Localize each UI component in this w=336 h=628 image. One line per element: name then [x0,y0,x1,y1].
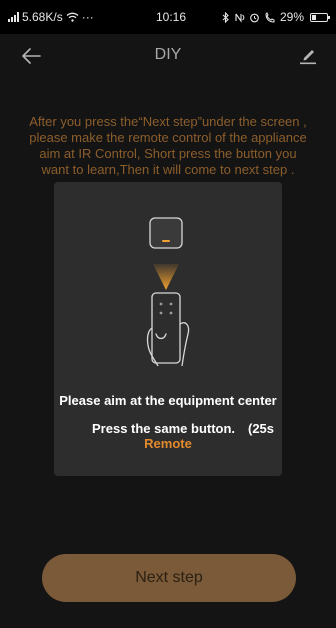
status-time: 10:16 [155,10,186,24]
press-instruction: Press the same button. [92,421,236,436]
edit-button[interactable] [298,45,318,65]
ir-device-icon [149,217,183,249]
learning-card: Please aim at the equipment center Press… [54,182,282,476]
instruction-text: After you press the“Next step”under the … [29,114,307,177]
battery-icon [310,12,330,22]
header: DIY [0,34,336,78]
countdown-timer: (25s [248,421,275,436]
hd-call-icon [265,11,275,23]
page-title: DIY [154,46,182,63]
aim-instruction: Please aim at the equipment center [59,393,277,408]
remote-label: Remote [144,436,192,451]
remote-aim-illustration [146,217,190,366]
status-bar: 5.68K/s ··· 10:16 29% [0,0,336,34]
signal-icon [8,12,19,22]
ir-beam-icon [153,264,179,290]
bluetooth-icon [222,11,229,23]
status-dots: ··· [81,10,94,24]
alarm-icon [250,13,259,22]
pencil-icon [300,50,316,65]
network-speed: 5.68K/s [22,10,63,24]
diy-screen: 5.68K/s ··· 10:16 29% DIY After you pres… [0,0,336,628]
status-left: 5.68K/s ··· [8,10,126,24]
nfc-icon [235,13,245,23]
wifi-icon [66,12,79,22]
next-step-button[interactable]: Next step [42,554,296,602]
remote-control-icon [151,292,181,364]
battery-percent: 29% [279,10,304,24]
status-right: 29% [222,10,330,24]
